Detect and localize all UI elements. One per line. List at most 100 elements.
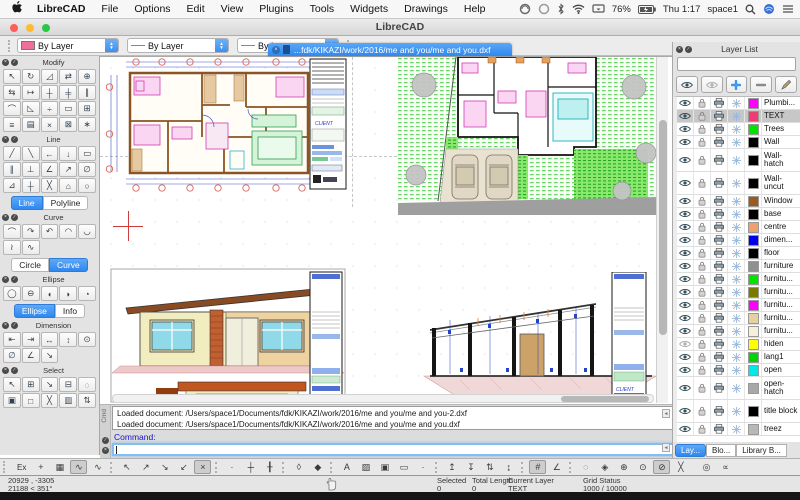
select-window-icon[interactable]: ⊞ [22,377,40,392]
snap-intersection-icon[interactable]: ╳ [672,460,689,474]
layer-color-swatch[interactable] [745,338,762,350]
layer-name[interactable]: furnitu... [762,327,800,336]
panel-tab-libraryb[interactable]: Library B... [736,444,787,457]
image-insert-icon[interactable]: ▣ [376,460,393,474]
layer-print-icon[interactable] [711,423,728,435]
dim-horizontal-icon[interactable]: ↔ [41,332,59,347]
layer-print-icon[interactable] [711,247,728,259]
select-window-icon[interactable]: ↘ [156,460,173,474]
layer-print-icon[interactable] [711,273,728,285]
layer-print-icon[interactable] [711,260,728,272]
select-contour-icon[interactable]: ◌ [78,377,96,392]
layer-print-icon[interactable] [711,195,728,207]
layer-visibility-icon[interactable] [677,208,694,220]
layer-lock-icon[interactable] [694,338,711,350]
layer-print-icon[interactable] [711,136,728,148]
select-entity-icon[interactable]: ↖ [3,377,21,392]
menu-file[interactable]: File [93,3,126,15]
line-horizontal-icon[interactable]: ← [41,146,59,161]
layer-construction-icon[interactable] [728,172,745,194]
section-dock-icon[interactable]: ∕ [11,367,18,374]
layer-construction-icon[interactable] [728,400,745,422]
block-insert-icon[interactable]: ▭ [395,460,412,474]
layer-print-icon[interactable] [711,312,728,324]
layer-name[interactable]: title block [762,407,800,416]
spaces-label[interactable]: space1 [707,4,738,15]
section-close-icon[interactable]: × [2,136,9,143]
point-grid-icon[interactable]: ╂ [261,460,278,474]
layer-row-floor[interactable]: floor [677,247,800,260]
layer-print-icon[interactable] [711,110,728,122]
layer-color-swatch[interactable] [745,97,762,109]
line-angle-icon[interactable]: ╲ [22,146,40,161]
layer-filter-input[interactable] [677,57,796,71]
layer-lock-icon[interactable] [694,286,711,298]
layer-name[interactable]: furniture [762,262,800,271]
menu-edit[interactable]: Edit [179,3,213,15]
trim-two-icon[interactable]: ╪ [59,85,77,100]
layer-construction-icon[interactable] [728,195,745,207]
layer-lock-icon[interactable] [694,351,711,363]
layer-construction-icon[interactable] [728,149,745,171]
console-close-icon[interactable]: × [102,447,109,454]
snap-center-icon[interactable]: ⊙ [634,460,651,474]
lengthen-icon[interactable]: ↦ [22,85,40,100]
polygon-center-corner-icon[interactable]: ⌂ [59,178,77,193]
menu-help[interactable]: Help [456,3,494,15]
layer-color-swatch[interactable] [745,299,762,311]
draft-mode-icon[interactable]: ∿ [70,460,87,474]
bluetooth-icon[interactable] [557,3,565,15]
layer-visibility-icon[interactable] [677,110,694,122]
layer-print-icon[interactable] [711,221,728,233]
layer-row-wall[interactable]: Wall [677,136,800,149]
remove-layer-button[interactable] [750,76,772,93]
layer-row-lang1[interactable]: lang1 [677,351,800,364]
delete-selected-icon[interactable]: ⊠ [59,117,77,132]
menu-options[interactable]: Options [126,3,178,15]
layer-visibility-icon[interactable] [677,221,694,233]
key-icon[interactable]: ∝ [717,460,734,474]
layer-color-swatch[interactable] [745,400,762,422]
layer-lock-icon[interactable] [694,136,711,148]
layer-name[interactable]: furnitu... [762,288,800,297]
unselect-all-icon[interactable]: × [194,460,211,474]
menu-plugins[interactable]: Plugins [251,3,301,15]
explode-icon[interactable]: ∗ [78,117,96,132]
layer-color-swatch[interactable] [745,312,762,324]
layer-lock-icon[interactable] [694,234,711,246]
add-layer-button[interactable] [726,76,748,93]
layer-construction-icon[interactable] [728,299,745,311]
dock-tab-circle[interactable]: Circle [11,258,49,272]
layer-construction-icon[interactable] [728,312,745,324]
pen-width-combo[interactable]: By Layer ▲▼ [127,38,229,53]
divide-icon[interactable]: ÷ [41,101,59,116]
layer-lock-icon[interactable] [694,247,711,259]
layer-visibility-icon[interactable] [677,400,694,422]
line-rectangle-icon[interactable]: ▭ [78,146,96,161]
layer-row-centre[interactable]: centre [677,221,800,234]
layer-color-swatch[interactable] [745,423,762,435]
modify-layer-button[interactable] [775,76,797,93]
dim-angular-icon[interactable]: ∠ [22,348,40,363]
arc-three-points-icon[interactable]: ↷ [22,224,40,239]
layer-name[interactable]: furnitu... [762,275,800,284]
layer-lock-icon[interactable] [694,273,711,285]
layer-visibility-icon[interactable] [677,325,694,337]
menu-drawings[interactable]: Drawings [396,3,456,15]
layer-color-swatch[interactable] [745,234,762,246]
layer-print-icon[interactable] [711,325,728,337]
line-free-icon[interactable]: ╳ [41,178,59,193]
layer-name[interactable]: Trees [762,125,800,134]
order-raise-icon[interactable]: ⇅ [481,460,498,474]
menubar-clock[interactable]: Thu 1:17 [663,4,701,15]
order-lower-icon[interactable]: ↨ [500,460,517,474]
section-close-icon[interactable]: × [2,367,9,374]
bevel-icon[interactable]: ◺ [22,101,40,116]
toolbar-handle[interactable] [3,461,7,473]
close-document-icon[interactable]: × [272,46,280,54]
select-pointer-icon[interactable]: ↖ [118,460,135,474]
layer-row-trees[interactable]: Trees [677,123,800,136]
layer-row-plumbi[interactable]: Plumbi... [677,97,800,110]
layer-lock-icon[interactable] [694,299,711,311]
dim-diametric-icon[interactable]: ∅ [3,348,21,363]
